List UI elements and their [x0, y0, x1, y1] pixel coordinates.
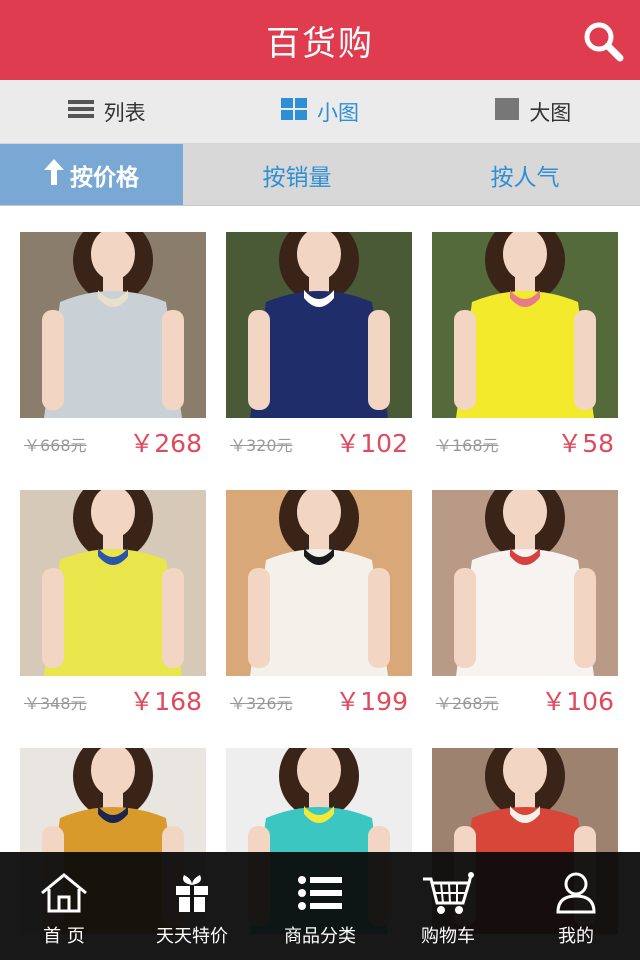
sort-tab-label: 按人气 — [490, 164, 560, 191]
small-grid-icon — [280, 98, 307, 125]
original-price: ￥168元 — [436, 436, 499, 455]
product-grid: ￥668元 ￥268 ￥320元 ￥102 ￥168元 ￥58 ￥348元 ￥1… — [20, 232, 620, 960]
view-tab-label: 列表 — [103, 100, 146, 125]
page-title: 百货购 — [266, 23, 374, 64]
product-card[interactable]: ￥168元 ￥58 — [432, 232, 618, 462]
gift-icon — [174, 868, 210, 918]
search-icon[interactable] — [582, 20, 624, 62]
product-image[interactable] — [226, 490, 412, 676]
sale-price: ￥58 — [557, 429, 614, 458]
sale-price: ￥168 — [129, 687, 202, 716]
product-card[interactable]: ￥320元 ￥102 — [226, 232, 412, 462]
product-card[interactable]: ￥268元 ￥106 — [432, 490, 618, 720]
list-icon — [67, 99, 94, 124]
large-image-icon — [495, 98, 520, 125]
sort-tab-label: 按销量 — [262, 164, 332, 191]
cart-icon — [421, 868, 475, 918]
tab-categories[interactable]: 商品分类 — [256, 852, 384, 960]
tab-daily-deals[interactable]: 天天特价 — [128, 852, 256, 960]
sale-price: ￥268 — [129, 429, 202, 458]
product-card[interactable]: ￥326元 ￥199 — [226, 490, 412, 720]
tab-home[interactable]: 首 页 — [0, 852, 128, 960]
tab-label: 天天特价 — [156, 926, 228, 947]
view-tab-large-image[interactable]: 大图 — [427, 80, 640, 143]
product-card[interactable]: ￥348元 ￥168 — [20, 490, 206, 720]
product-image[interactable] — [432, 490, 618, 676]
product-image[interactable] — [20, 232, 206, 418]
view-tab-small-grid[interactable]: 小图 — [213, 80, 426, 143]
tab-label: 购物车 — [421, 926, 475, 947]
price-row: ￥348元 ￥168 — [20, 676, 206, 720]
original-price: ￥268元 — [436, 694, 499, 713]
product-image[interactable] — [432, 232, 618, 418]
sort-by-popularity[interactable]: 按人气 — [411, 144, 639, 205]
original-price: ￥348元 — [24, 694, 87, 713]
arrow-up-icon — [44, 158, 64, 191]
price-row: ￥668元 ￥268 — [20, 418, 206, 462]
product-image[interactable] — [226, 232, 412, 418]
price-row: ￥268元 ￥106 — [432, 676, 618, 720]
category-list-icon — [298, 868, 342, 918]
tab-label: 首 页 — [43, 926, 85, 947]
view-mode-bar: 列表 小图 大图 — [0, 80, 640, 144]
home-icon — [40, 868, 88, 918]
sort-by-sales[interactable]: 按销量 — [183, 144, 411, 205]
view-tab-list[interactable]: 列表 — [0, 80, 213, 143]
sort-tab-label: 按价格 — [70, 164, 139, 191]
price-row: ￥326元 ￥199 — [226, 676, 412, 720]
price-row: ￥168元 ￥58 — [432, 418, 618, 462]
product-image[interactable] — [20, 490, 206, 676]
sale-price: ￥199 — [335, 687, 408, 716]
app-header: 百货购 — [0, 0, 640, 80]
tab-cart[interactable]: 购物车 — [384, 852, 512, 960]
view-tab-label: 小图 — [316, 100, 359, 125]
price-row: ￥320元 ￥102 — [226, 418, 412, 462]
tab-label: 商品分类 — [284, 926, 356, 947]
original-price: ￥320元 — [230, 436, 293, 455]
sale-price: ￥106 — [541, 687, 614, 716]
sort-by-price[interactable]: 按价格 — [0, 144, 183, 205]
user-icon — [556, 868, 596, 918]
sort-bar: 按价格 按销量 按人气 — [0, 144, 640, 206]
product-card[interactable]: ￥668元 ￥268 — [20, 232, 206, 462]
original-price: ￥326元 — [230, 694, 293, 713]
tab-profile[interactable]: 我的 — [512, 852, 640, 960]
view-tab-label: 大图 — [529, 100, 572, 125]
sale-price: ￥102 — [335, 429, 408, 458]
bottom-tab-bar: 首 页 天天特价 商品分类 购物车 我的 — [0, 852, 640, 960]
original-price: ￥668元 — [24, 436, 87, 455]
tab-label: 我的 — [558, 926, 594, 947]
